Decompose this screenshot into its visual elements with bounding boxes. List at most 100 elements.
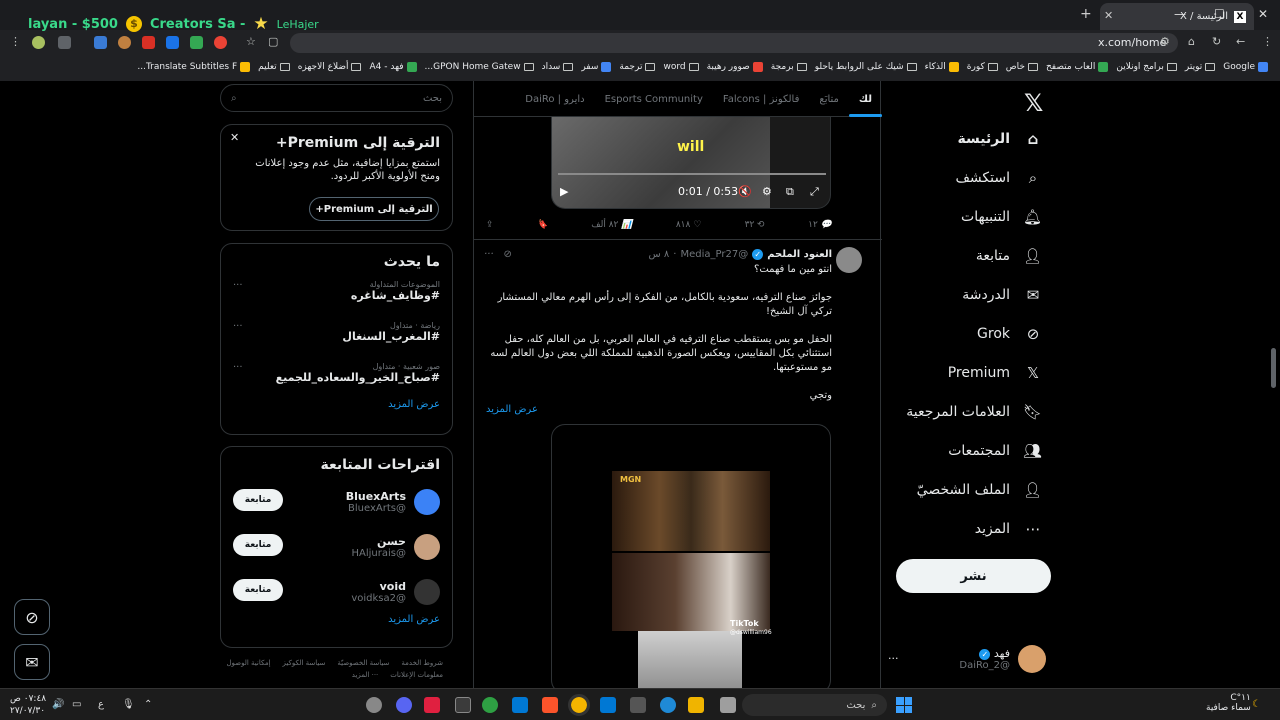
- nav-item[interactable]: ✉ الدردشة: [900, 275, 1050, 314]
- system-clock[interactable]: ٠٧:٤٨ ص ٢٧/٠٧/٣٠: [10, 693, 46, 717]
- extension-icon[interactable]: [166, 36, 179, 49]
- feed-tab[interactable]: دايرو | DaiRo: [515, 81, 594, 117]
- nav-item[interactable]: 👥︎ المجتمعات: [900, 431, 1050, 470]
- bookmark-item[interactable]: الذكاء: [925, 62, 959, 72]
- xbox-icon[interactable]: [482, 697, 498, 713]
- search-input[interactable]: بحث ⌕: [220, 84, 453, 112]
- volume-icon[interactable]: 🔊: [52, 699, 64, 710]
- follow-button[interactable]: متابعة: [233, 489, 283, 511]
- bookmark-item[interactable]: خاص: [1006, 62, 1038, 72]
- reload-icon[interactable]: ↻: [1212, 35, 1221, 48]
- bookmark-item[interactable]: صوور رهيبة: [707, 62, 763, 72]
- show-more-link[interactable]: عرض المزيد: [233, 399, 440, 410]
- store-icon[interactable]: [630, 697, 646, 713]
- footer-link[interactable]: سياسة الكوكيز: [283, 659, 326, 667]
- footer-link[interactable]: شروط الخدمة: [401, 659, 443, 667]
- suggested-user-name[interactable]: حسن: [352, 535, 406, 548]
- settings-app-icon[interactable]: [366, 697, 382, 713]
- bookmark-item[interactable]: سفر: [581, 62, 612, 72]
- bookmark-item[interactable]: تعليم: [258, 62, 290, 72]
- footer-link[interactable]: معلومات الإعلانات: [390, 671, 443, 679]
- nav-item[interactable]: 🔔︎ التنبيهات: [900, 197, 1050, 236]
- outlook-icon[interactable]: [600, 697, 616, 713]
- avatar[interactable]: [414, 533, 440, 560]
- post-button[interactable]: نشر: [896, 559, 1051, 593]
- footer-link[interactable]: ··· المزيد: [352, 671, 379, 679]
- back-arrow-icon[interactable]: ←: [1236, 35, 1245, 48]
- bookmark-item[interactable]: ترجمة: [619, 62, 656, 72]
- trend-item[interactable]: رياضة · متداول #المغرب_السنغال ···: [233, 317, 440, 358]
- like-button[interactable]: ♡ ٨١٨: [676, 215, 702, 235]
- settings-icon[interactable]: ⚙: [762, 185, 772, 198]
- address-bar[interactable]: [290, 33, 1178, 53]
- bookmark-item[interactable]: برامج اونلاين: [1116, 62, 1177, 72]
- reply-button[interactable]: 💬 ١٢: [808, 215, 832, 235]
- trend-item[interactable]: صور شعبية · متداول #صباح_الخير_والسعاده_ل…: [233, 358, 440, 399]
- suggested-user-name[interactable]: BluexArts: [346, 490, 406, 503]
- extension-icon[interactable]: [58, 36, 71, 49]
- grok-float-icon[interactable]: ⊘: [14, 599, 50, 635]
- fullscreen-icon[interactable]: ⤢: [810, 185, 819, 199]
- bookmark-item[interactable]: شيك على الروابط ياحلو: [815, 62, 917, 72]
- show-more-link[interactable]: عرض المزيد: [486, 404, 538, 415]
- post-handle[interactable]: @Media_Pr27: [680, 249, 748, 260]
- app-icon[interactable]: [424, 697, 440, 713]
- extension-icon[interactable]: [118, 36, 131, 49]
- file-explorer-icon[interactable]: [688, 697, 704, 713]
- trend-item[interactable]: الموضوعات المتداولة #وظايف_شاغره ···: [233, 276, 440, 317]
- nav-item[interactable]: 𝕏 Premium: [900, 353, 1050, 392]
- bookmark-item[interactable]: Google: [1223, 62, 1268, 72]
- nav-item[interactable]: ⊘ Grok: [900, 314, 1050, 353]
- follow-suggestion[interactable]: void @voidksa2 متابعة: [233, 569, 440, 614]
- messages-float-icon[interactable]: ✉: [14, 644, 50, 680]
- post-time[interactable]: ٨ س: [649, 249, 670, 260]
- suggested-user-name[interactable]: void: [351, 580, 406, 593]
- page-scrollbar[interactable]: [1271, 348, 1276, 388]
- bookmark-item[interactable]: GPON Home Gatew...: [425, 62, 534, 72]
- premium-upgrade-button[interactable]: الترقية إلى Premium+: [309, 197, 439, 221]
- bookmark-item[interactable]: فهد - A4: [369, 62, 417, 72]
- bookmark-item[interactable]: سداد: [542, 62, 574, 72]
- follow-button[interactable]: متابعة: [233, 579, 283, 601]
- play-icon[interactable]: ▶: [560, 185, 568, 198]
- bookmark-item[interactable]: كورة: [967, 62, 998, 72]
- edge-icon[interactable]: [660, 697, 676, 713]
- avatar[interactable]: [414, 578, 440, 605]
- more-dots-icon[interactable]: ···: [233, 362, 243, 373]
- nav-item[interactable]: 🔖︎ العلامات المرجعية: [900, 392, 1050, 431]
- follow-suggestion[interactable]: حسن @HAljurais متابعة: [233, 524, 440, 569]
- bookmark-button[interactable]: 🔖: [537, 215, 548, 235]
- taskbar-search[interactable]: ⌕ بحث: [742, 694, 887, 716]
- network-icon[interactable]: ▭: [72, 699, 81, 710]
- extension-icon[interactable]: [142, 36, 155, 49]
- extension-icon[interactable]: [214, 36, 227, 49]
- more-dots-icon[interactable]: ...: [888, 649, 899, 662]
- nav-item[interactable]: ⋯ المزيد: [900, 509, 1050, 548]
- window-close-icon[interactable]: ✕: [1258, 7, 1268, 21]
- extension-icon[interactable]: [94, 36, 107, 49]
- video-progress[interactable]: [558, 173, 826, 175]
- more-dots-icon[interactable]: ···: [233, 280, 243, 291]
- show-more-link[interactable]: عرض المزيد: [233, 614, 440, 625]
- bookmark-item[interactable]: أضلاع الاجهزه: [298, 62, 362, 72]
- bookmark-item[interactable]: word: [663, 62, 699, 72]
- back-icon[interactable]: ⋮: [1262, 35, 1273, 48]
- discord-icon[interactable]: [396, 697, 412, 713]
- url-text[interactable]: x.com/home: [1098, 36, 1166, 49]
- chrome-icon[interactable]: [568, 694, 590, 716]
- grok-icon[interactable]: ⊘: [504, 249, 512, 260]
- follow-button[interactable]: متابعة: [233, 534, 283, 556]
- more-dots-icon[interactable]: ···: [484, 249, 494, 260]
- tray-chevron-icon[interactable]: ⌃: [144, 699, 152, 710]
- post-author[interactable]: العنود الملحم: [767, 249, 832, 260]
- feed-tab[interactable]: لك: [848, 81, 883, 117]
- bookmark-item[interactable]: برمجة: [771, 62, 807, 72]
- tab-search-icon[interactable]: ▢: [268, 35, 278, 48]
- feed-tab[interactable]: فالكونز | Falcons: [713, 81, 810, 117]
- x-logo-icon[interactable]: 𝕏: [1024, 89, 1043, 117]
- microphone-icon[interactable]: 🎙: [122, 699, 135, 710]
- weather-widget[interactable]: ١١°C سماء صافية: [1206, 693, 1251, 713]
- windows-start-icon[interactable]: [896, 697, 912, 713]
- menu-icon[interactable]: ⋮: [10, 35, 21, 48]
- tab-close-icon[interactable]: ✕: [1104, 9, 1113, 22]
